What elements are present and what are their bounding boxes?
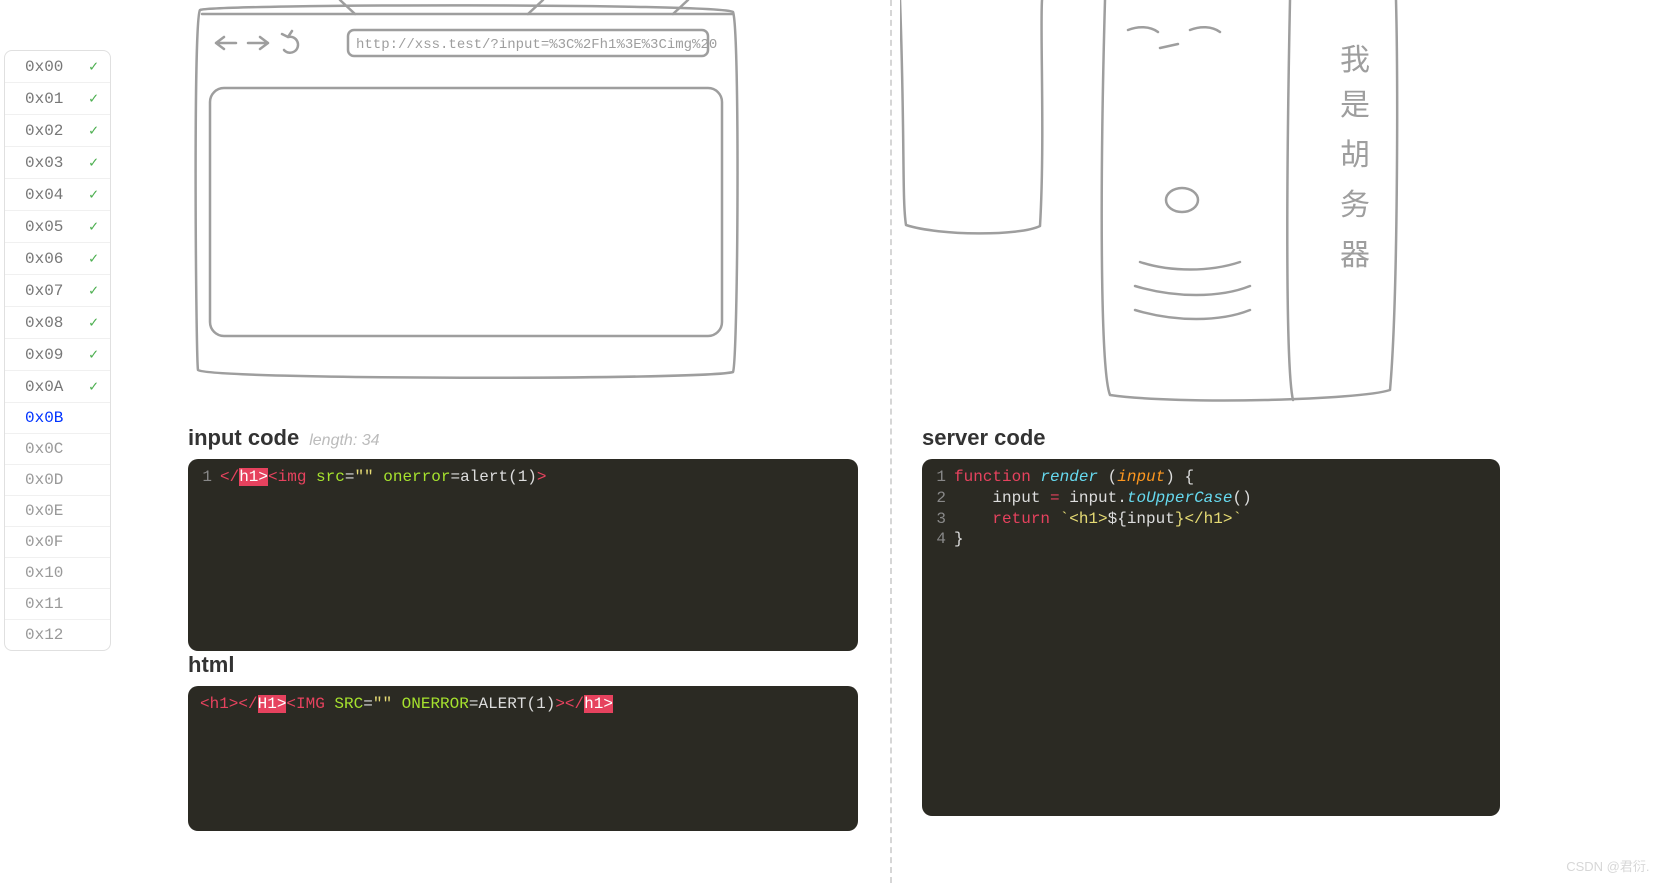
sidebar-item-label: 0x05	[25, 218, 63, 236]
check-icon: ✓	[89, 89, 98, 108]
check-icon: ✓	[89, 313, 98, 332]
sidebar-item-0x12[interactable]: 0x12	[5, 620, 110, 650]
sidebar-item-0x11[interactable]: 0x11	[5, 589, 110, 620]
server-code-title: server code	[922, 425, 1500, 451]
watermark: CSDN @君衍.⠀	[1566, 856, 1659, 875]
check-icon: ✓	[89, 281, 98, 300]
sidebar-item-label: 0x0A	[25, 378, 63, 396]
sidebar-item-label: 0x10	[25, 564, 63, 582]
html-output-box: <h1></H1><IMG SRC="" ONERROR=ALERT(1)></…	[188, 686, 858, 831]
sidebar-item-label: 0x11	[25, 595, 63, 613]
sidebar-item-label: 0x08	[25, 314, 63, 332]
sidebar-item-label: 0x09	[25, 346, 63, 364]
check-icon: ✓	[89, 217, 98, 236]
svg-text:器: 器	[1340, 239, 1370, 272]
sidebar-item-0x08[interactable]: 0x08 ✓	[5, 307, 110, 339]
check-icon: ✓	[89, 185, 98, 204]
url-text: http://xss.test/?input=%3C%2Fh1%3E%3Cimg…	[356, 37, 717, 53]
html-output-title: html	[188, 652, 858, 678]
level-sidebar: 0x00 ✓ 0x01 ✓ 0x02 ✓ 0x03 ✓ 0x04 ✓ 0x05 ✓ 0x06 ✓ 0x07 ✓…	[4, 50, 111, 651]
sidebar-item-0x03[interactable]: 0x03 ✓	[5, 147, 110, 179]
sidebar-item-0x09[interactable]: 0x09 ✓	[5, 339, 110, 371]
sidebar-item-0x0B[interactable]: 0x0B	[5, 403, 110, 434]
sidebar-item-label: 0x12	[25, 626, 63, 644]
check-icon: ✓	[89, 57, 98, 76]
check-icon: ✓	[89, 153, 98, 172]
sidebar-item-label: 0x02	[25, 122, 63, 140]
sidebar-item-label: 0x04	[25, 186, 63, 204]
sidebar-item-0x10[interactable]: 0x10	[5, 558, 110, 589]
sidebar-item-0x04[interactable]: 0x04 ✓	[5, 179, 110, 211]
sidebar-item-label: 0x0E	[25, 502, 63, 520]
sidebar-item-0x01[interactable]: 0x01 ✓	[5, 83, 110, 115]
input-length-hint: length: 34	[309, 432, 379, 450]
check-icon: ✓	[89, 121, 98, 140]
sidebar-item-0x06[interactable]: 0x06 ✓	[5, 243, 110, 275]
input-code-title: input code length: 34	[188, 425, 858, 451]
check-icon: ✓	[89, 345, 98, 364]
check-icon: ✓	[89, 249, 98, 268]
server-code-section: server code 1function render (input) { 2…	[922, 425, 1500, 816]
sidebar-item-label: 0x06	[25, 250, 63, 268]
sidebar-item-label: 0x03	[25, 154, 63, 172]
sidebar-item-label: 0x07	[25, 282, 63, 300]
sidebar-item-0x0A[interactable]: 0x0A ✓	[5, 371, 110, 403]
center-divider	[890, 0, 892, 883]
server-sketch: 我 是 胡 务 器	[900, 0, 1490, 415]
svg-text:胡: 胡	[1340, 139, 1370, 172]
sidebar-item-0x00[interactable]: 0x00 ✓	[5, 51, 110, 83]
sidebar-item-label: 0x0F	[25, 533, 63, 551]
svg-text:我: 我	[1340, 44, 1370, 77]
server-code-box: 1function render (input) { 2 input = inp…	[922, 459, 1500, 816]
sidebar-item-0x02[interactable]: 0x02 ✓	[5, 115, 110, 147]
sidebar-item-0x0C[interactable]: 0x0C	[5, 434, 110, 465]
sidebar-item-label: 0x0B	[25, 409, 63, 427]
sidebar-item-0x0E[interactable]: 0x0E	[5, 496, 110, 527]
svg-text:是: 是	[1340, 89, 1370, 122]
input-code-section: input code length: 34 1</h1><img src="" …	[188, 425, 858, 651]
sidebar-item-0x05[interactable]: 0x05 ✓	[5, 211, 110, 243]
sidebar-item-label: 0x0D	[25, 471, 63, 489]
sidebar-item-label: 0x0C	[25, 440, 63, 458]
sidebar-item-label: 0x01	[25, 90, 63, 108]
sidebar-item-label: 0x00	[25, 58, 63, 76]
browser-sketch: http://xss.test/?input=%3C%2Fh1%3E%3Cimg…	[188, 0, 742, 395]
sidebar-item-0x07[interactable]: 0x07 ✓	[5, 275, 110, 307]
html-output-section: html <h1></H1><IMG SRC="" ONERROR=ALERT(…	[188, 652, 858, 831]
input-code-editor[interactable]: 1</h1><img src="" onerror=alert(1)>	[188, 459, 858, 651]
sidebar-item-0x0F[interactable]: 0x0F	[5, 527, 110, 558]
svg-text:务: 务	[1340, 189, 1370, 222]
sidebar-item-0x0D[interactable]: 0x0D	[5, 465, 110, 496]
check-icon: ✓	[89, 377, 98, 396]
